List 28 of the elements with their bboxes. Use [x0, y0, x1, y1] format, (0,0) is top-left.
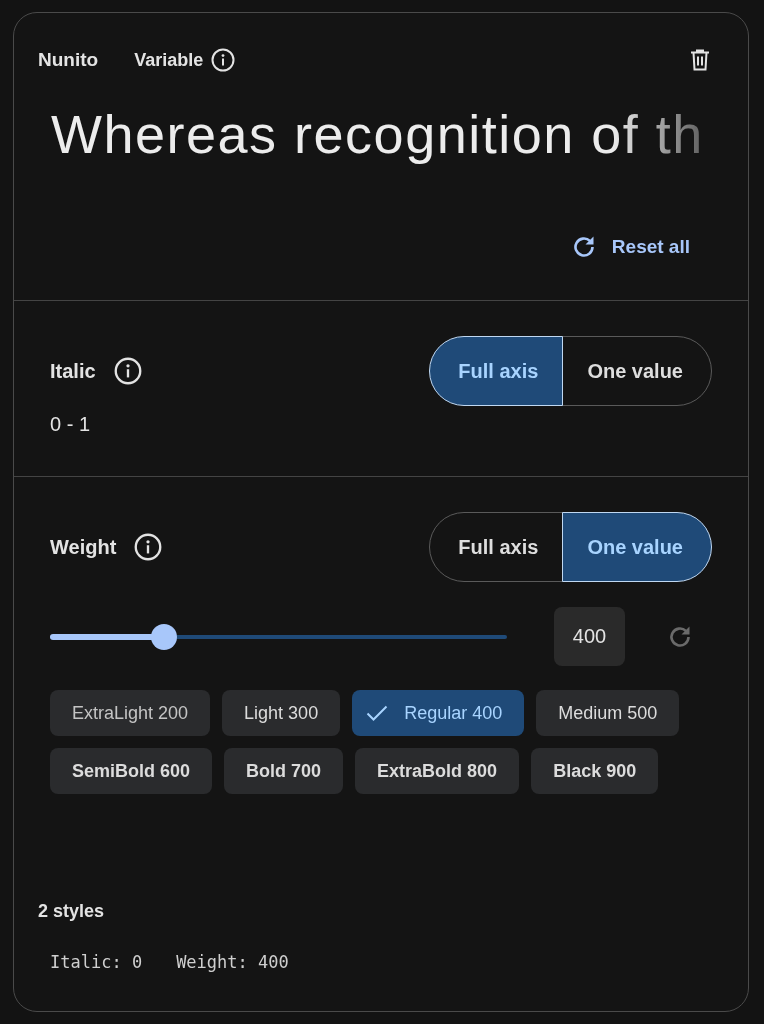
weight-chip[interactable]: Regular 400: [352, 690, 525, 736]
preview-text: Whereas recognition of th: [51, 103, 704, 166]
weight-chip[interactable]: Black 900: [531, 748, 659, 794]
info-icon[interactable]: [211, 48, 236, 72]
info-icon[interactable]: [113, 357, 142, 385]
axis-name: Weight: [50, 535, 117, 560]
check-icon: [366, 704, 389, 722]
font-name: Nunito: [38, 48, 99, 72]
styles-count: 2 styles: [38, 900, 105, 923]
style-value: Italic: 0: [50, 951, 143, 974]
mode-segment[interactable]: Full axis: [429, 336, 564, 406]
weight-value-field[interactable]: 400: [554, 607, 625, 666]
info-icon[interactable]: [134, 533, 163, 561]
weight-chip[interactable]: Medium 500: [536, 690, 680, 736]
style-value: Weight: 400: [176, 951, 289, 974]
axis-name: Italic: [50, 359, 96, 384]
axis-range: 0 - 1: [50, 412, 91, 436]
weight-chip[interactable]: Bold 700: [224, 748, 344, 794]
mode-segment[interactable]: One value: [562, 512, 712, 582]
weight-slider[interactable]: [50, 623, 507, 650]
trash-icon[interactable]: [690, 49, 710, 71]
weight-chip[interactable]: SemiBold 600: [50, 748, 213, 794]
weight-chip[interactable]: Light 300: [222, 690, 341, 736]
slider-thumb[interactable]: [151, 623, 178, 650]
weight-chip[interactable]: ExtraLight 200: [50, 690, 211, 736]
weight-chip[interactable]: ExtraBold 800: [355, 748, 520, 794]
reset-all-button[interactable]: Reset all: [560, 227, 700, 267]
font-type-label: Variable: [134, 49, 204, 72]
